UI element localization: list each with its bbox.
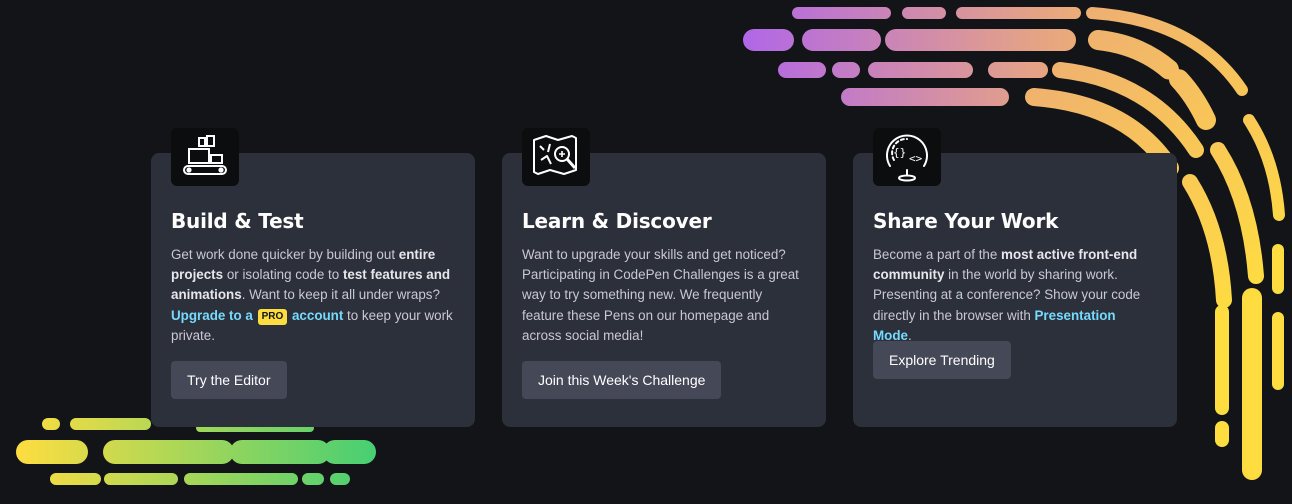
build-test-icon [171, 128, 239, 186]
card-description: Become a part of the most active front-e… [873, 247, 1141, 343]
pro-badge: PRO [257, 308, 288, 325]
card-description: Get work done quicker by building out en… [171, 247, 453, 343]
card-build-test: Build & Test Get work done quicker by bu… [151, 128, 475, 427]
card-title: Learn & Discover [522, 209, 712, 233]
join-challenge-button[interactable]: Join this Week's Challenge [522, 361, 722, 399]
top-stripes [743, 7, 1081, 106]
upgrade-link[interactable]: Upgrade to a PRO account [171, 308, 343, 325]
card-title: Build & Test [171, 209, 304, 233]
svg-text:{}: {} [893, 146, 906, 159]
page: Build & Test Get work done quicker by bu… [0, 0, 1292, 504]
try-editor-button[interactable]: Try the Editor [171, 361, 287, 399]
code-globe-icon: {} <> [873, 128, 941, 186]
card-learn-discover: Learn & Discover Want to upgrade your sk… [502, 128, 826, 427]
svg-text:<>: <> [909, 152, 923, 165]
card-description: Want to upgrade your skills and get noti… [522, 247, 799, 343]
card-title: Share Your Work [873, 209, 1059, 233]
bottom-left-stripes [16, 418, 376, 485]
map-search-icon [522, 128, 590, 186]
right-vertical-stripes [1215, 244, 1284, 480]
card-share-work: {} <> Share Your Work Become a part of t… [853, 128, 1177, 427]
explore-trending-button[interactable]: Explore Trending [873, 341, 1011, 379]
